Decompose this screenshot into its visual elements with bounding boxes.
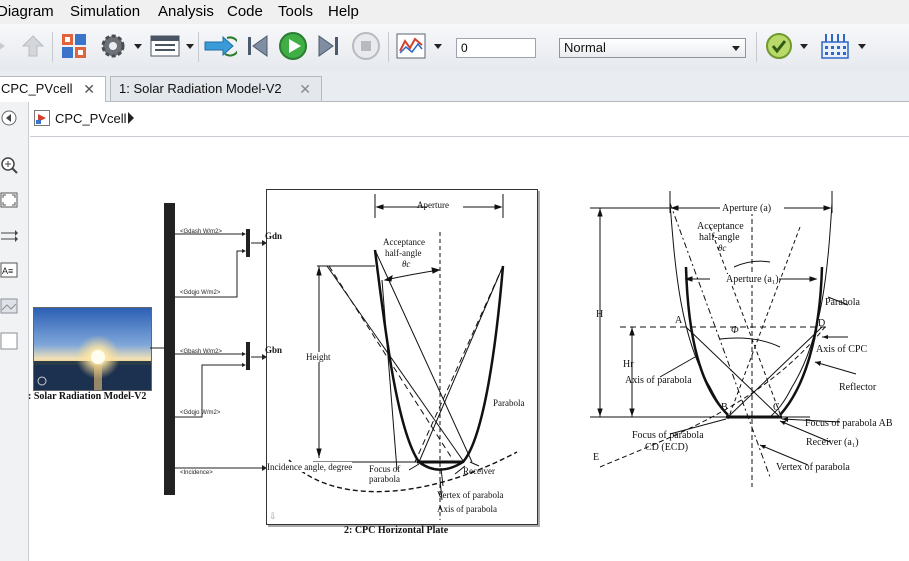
chevron-down-icon[interactable] [858, 44, 866, 49]
close-icon[interactable]: ✕ [83, 77, 95, 101]
cpc-block[interactable]: Aperture Acceptance half-angle θc Height… [266, 189, 538, 525]
menu-diagram[interactable]: Diagram [0, 3, 54, 20]
separator [198, 32, 199, 62]
label-vertex-2: Vertex of parabola [776, 462, 850, 473]
label-axis-cpc: Axis of CPC [816, 344, 868, 355]
update-diagram-icon[interactable] [202, 30, 238, 62]
label-theta: θc [402, 259, 411, 269]
chevron-down-icon [732, 46, 740, 51]
label-theta-2: θc [718, 243, 727, 253]
label-point-d: D [818, 318, 826, 329]
toolbar: Normal [0, 24, 909, 72]
menu-code[interactable]: Code [227, 3, 263, 20]
label-point-c: C [773, 402, 780, 413]
build-model-icon[interactable] [818, 30, 852, 62]
chevron-down-icon[interactable] [434, 44, 442, 49]
label-reflector: Reflector [839, 382, 877, 393]
annotation-icon[interactable]: A≡ [0, 262, 18, 278]
label-focus-ab: Focus of parabola AB [805, 418, 893, 429]
close-icon[interactable]: ✕ [299, 77, 311, 101]
menu-analysis[interactable]: Analysis [158, 3, 214, 20]
label-point-b: B [721, 402, 728, 413]
forward-arrow-icon[interactable] [0, 30, 12, 62]
svg-text:A≡: A≡ [2, 266, 13, 276]
step-forward-icon[interactable] [314, 30, 342, 62]
label-acceptance-2: Acceptance [697, 221, 744, 232]
separator [52, 32, 53, 62]
block-arrow-icon: ⇩ [269, 511, 277, 521]
chevron-down-icon[interactable] [134, 44, 142, 49]
label-focus: Focus of [369, 464, 401, 474]
label-axis-parabola: Axis of parabola [625, 375, 692, 386]
label-focus-parabola: parabola [369, 474, 400, 484]
output-label-incidence: Incidence angle, degree [267, 462, 353, 472]
run-button[interactable] [277, 30, 309, 62]
model-explorer-icon[interactable] [148, 30, 182, 62]
menu-help[interactable]: Help [328, 3, 359, 20]
bus-signal-label: <Gdqjo W/m2> [180, 410, 221, 416]
label-acceptance: Acceptance [383, 237, 425, 247]
label-vertex: Vertex of parabola [437, 490, 504, 500]
bus-signal-label: <Incidence> [180, 470, 213, 476]
chevron-right-icon[interactable] [128, 112, 134, 124]
output-label-gdn: Gdn [265, 231, 283, 241]
stop-button[interactable] [350, 30, 382, 62]
up-arrow-icon[interactable] [20, 30, 46, 62]
tab-solar-radiation-model[interactable]: 1: Solar Radiation Model-V2 ✕ [110, 76, 322, 101]
label-axis: Axis of parabola [437, 504, 497, 514]
breadcrumb-model[interactable]: CPC_PVcell [55, 111, 127, 126]
label-h: H [596, 309, 604, 320]
model-icon [34, 110, 50, 126]
label-phi: Φ [731, 325, 739, 336]
label-aperture: Aperture [417, 200, 449, 210]
library-browser-icon[interactable] [58, 30, 90, 62]
menu-tools[interactable]: Tools [278, 3, 313, 20]
label-receiver: Receiver [463, 466, 495, 476]
separator [756, 32, 757, 62]
label-hr: Hr [623, 359, 634, 370]
check-model-icon[interactable] [763, 30, 795, 62]
label-parabola: Parabola [493, 398, 525, 408]
image-icon[interactable] [0, 298, 18, 314]
label-aperture-a: Aperture (a) [722, 203, 772, 214]
bus-signal-label: <Gbash W/m2> [180, 349, 223, 355]
left-palette: A≡ [0, 102, 29, 561]
chevron-down-icon[interactable] [800, 44, 808, 49]
gear-icon[interactable] [96, 30, 130, 62]
stop-time-field[interactable] [456, 38, 536, 58]
bus-signal-label: <Gdash W/m2> [180, 229, 223, 235]
area-icon[interactable] [0, 332, 18, 350]
label-point-e: E [593, 452, 600, 463]
label-focus-cd: Focus of parabola [632, 430, 704, 441]
bus-signal-label: <Gdqjo W/m2> [180, 290, 221, 296]
tab-cpc-pvcell[interactable]: CPC_PVcell ✕ [0, 76, 106, 102]
cpc-block-label: 2: CPC Horizontal Plate [344, 525, 449, 536]
chevron-down-icon[interactable] [186, 44, 194, 49]
label-aperture-a1: Aperture (a₁) [726, 274, 779, 285]
label-half-angle: half-angle [385, 248, 422, 258]
label-receiver-a1: Receiver (a₁) [806, 437, 859, 448]
arrows-icon[interactable] [0, 228, 18, 244]
menu-simulation[interactable]: Simulation [70, 3, 140, 20]
breadcrumb: CPC_PVcell [30, 102, 909, 137]
label-half-angle-2: half-angle [699, 232, 740, 243]
tab-label: CPC_PVcell [1, 81, 73, 96]
step-back-icon[interactable] [244, 30, 272, 62]
model-canvas[interactable]: : Solar Radiation Model-V2 <Gdash W/m2> … [28, 137, 909, 561]
separator [388, 32, 389, 62]
tab-bar: CPC_PVcell ✕ 1: Solar Radiation Model-V2… [0, 71, 909, 102]
zoom-in-icon[interactable] [0, 156, 18, 174]
tab-label: 1: Solar Radiation Model-V2 [119, 81, 282, 96]
label-parabola-2: Parabola [825, 297, 860, 308]
simulation-mode-select[interactable]: Normal [559, 38, 746, 58]
scope-icon[interactable] [394, 30, 428, 62]
menu-bar: Diagram Simulation Analysis Code Tools H… [0, 0, 909, 24]
output-label-gbn: Gbn [265, 345, 283, 355]
label-height: Height [306, 352, 331, 362]
simulation-mode-value: Normal [564, 40, 606, 55]
fit-view-icon[interactable] [0, 192, 18, 208]
label-point-a: A [675, 315, 683, 326]
label-focus-cd-ecd: CD (ECD) [645, 442, 689, 453]
hide-browser-icon[interactable] [0, 110, 18, 126]
